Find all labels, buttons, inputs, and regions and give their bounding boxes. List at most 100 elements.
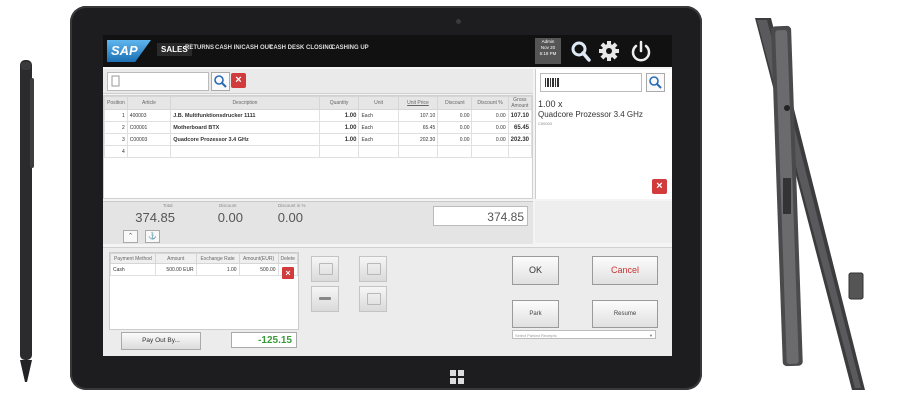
cell-gross-amount: 65.45	[507, 121, 533, 134]
col-header: Amount(EUR)	[238, 253, 279, 264]
col-header: Position	[104, 96, 128, 110]
totals-right-area	[535, 201, 672, 243]
parked-receipts-select[interactable]: Select Parked Receipts ▼	[512, 330, 656, 339]
chevron-down-icon: ▼	[649, 333, 653, 338]
cell-gross-amount	[507, 145, 533, 158]
stylus-pen	[20, 60, 34, 382]
cell-quantity[interactable]: 1.00	[318, 133, 360, 146]
cell-discount	[437, 145, 473, 158]
voucher-payment-button[interactable]	[359, 286, 387, 312]
user-time: 6:18 PM	[539, 51, 557, 56]
article-search-row: ×	[103, 69, 533, 94]
cell-rate: 1.00	[195, 263, 240, 276]
resume-button[interactable]: Resume	[592, 300, 658, 328]
cell-quantity[interactable]: 1.00	[318, 109, 360, 122]
table-row[interactable]: 3 C00003 Quadcore Prozessor 3.4 GHz 1.00…	[104, 133, 533, 146]
close-icon[interactable]: ×	[231, 73, 246, 88]
discount-label: Discount	[219, 203, 237, 208]
col-header: Discount %	[471, 96, 509, 110]
cell-pos: 3	[104, 133, 128, 146]
items-table: Position Article Description Quantity Un…	[103, 95, 533, 199]
col-header: Amount	[154, 253, 197, 264]
cell-unit: Each	[358, 133, 399, 146]
cell-pos: 2	[104, 121, 128, 134]
anchor-icon[interactable]: ⚓	[145, 230, 160, 243]
cell-discount-pct: 0.00	[471, 121, 509, 134]
payment-area: Payment Method Amount Exchange Rate Amou…	[103, 247, 672, 356]
cash-payment-button[interactable]	[311, 256, 339, 282]
windows-icon[interactable]	[450, 370, 464, 384]
items-grid: Position Article Description Quantity Un…	[104, 96, 533, 158]
ok-button[interactable]: OK	[512, 256, 559, 285]
cancel-button[interactable]: Cancel	[592, 256, 658, 285]
delete-item-icon[interactable]: ×	[652, 179, 667, 194]
park-button[interactable]: Park	[512, 300, 559, 328]
chevron-up-icon[interactable]: ⌃	[123, 230, 138, 243]
change-amount: -125.15	[231, 332, 297, 348]
table-row[interactable]: Cash 500.00 EUR 1.00 500.00	[110, 263, 299, 276]
col-header: Payment Method	[110, 253, 156, 264]
cell-article: C00001	[126, 121, 172, 134]
cell-unit: Each	[358, 109, 399, 122]
detail-item-name: Quadcore Prozessor 3.4 GHz	[538, 110, 643, 119]
cell-unit-price: 202.30	[397, 133, 439, 146]
totals-bar: Total 374.85 Discount 0.00 Discount in %…	[103, 201, 533, 244]
table-row[interactable]: 1 400003 J.B. Multifunktionsdrucker 1111…	[104, 109, 533, 122]
item-detail-panel: 1.00 x Quadcore Prozessor 3.4 GHz C00003…	[535, 69, 672, 199]
col-header[interactable]: Unit Price	[397, 96, 439, 110]
search-icon[interactable]	[211, 72, 230, 91]
discount-value[interactable]: 0.00	[193, 210, 243, 225]
search-icon[interactable]	[646, 73, 665, 92]
barcode-input[interactable]	[540, 73, 642, 92]
col-header: Quantity	[318, 96, 360, 110]
other-payment-button[interactable]	[311, 286, 339, 312]
delete-payment-icon[interactable]: ×	[282, 267, 294, 279]
cell-pos: 4	[104, 145, 128, 158]
cell-article: 400003	[126, 109, 172, 122]
cell-quantity[interactable]: 1.00	[318, 121, 360, 134]
article-input[interactable]	[107, 72, 209, 91]
tab-cash-in-out[interactable]: CASH IN/CASH OUT	[215, 45, 273, 51]
power-icon[interactable]	[629, 38, 653, 64]
tab-cashing-up[interactable]: CASHING UP	[331, 45, 369, 51]
cell-article[interactable]	[126, 145, 172, 158]
top-navigation-bar: SAP SALES RETURNS CASH IN/CASH OUT CASH …	[103, 35, 672, 67]
cell-unit-price: 107.10	[397, 109, 439, 122]
cell-discount-pct: 0.00	[471, 109, 509, 122]
card-payment-button[interactable]	[359, 256, 387, 282]
cell-description: Motherboard BTX	[170, 121, 320, 134]
col-header: Discount	[437, 96, 473, 110]
search-icon[interactable]	[569, 38, 593, 64]
cell-discount-pct: 0.00	[471, 133, 509, 146]
parked-receipts-placeholder: Select Parked Receipts	[515, 333, 557, 338]
tab-cash-desk-closing[interactable]: CASH DESK CLOSING	[269, 45, 333, 51]
table-row[interactable]: 4	[104, 145, 533, 158]
total-value: 374.85	[135, 210, 175, 225]
gear-icon[interactable]	[597, 38, 621, 64]
cell-discount-pct	[471, 145, 509, 158]
cell-amount: 500.00 EUR	[154, 263, 197, 276]
col-header: Gross Amount	[507, 96, 533, 110]
col-header: Exchange Rate	[195, 253, 240, 264]
tablet-side-view	[755, 18, 865, 390]
pay-out-by-button[interactable]: Pay Out By...	[121, 332, 201, 350]
sap-logo: SAP	[107, 40, 151, 62]
cell-amount-eur: 500.00	[238, 263, 279, 276]
cell-discount: 0.00	[437, 133, 473, 146]
cell-gross-amount: 202.30	[507, 133, 533, 146]
barcode-icon	[545, 78, 559, 87]
document-icon	[111, 75, 120, 87]
user-info[interactable]: Admin Nov 20 6:18 PM	[535, 38, 561, 64]
detail-item-code: C00003	[538, 121, 553, 126]
col-header: Unit	[358, 96, 399, 110]
cell-description: J.B. Multifunktionsdrucker 1111	[170, 109, 320, 122]
col-header: Delete	[277, 253, 299, 264]
payments-table: Payment Method Amount Exchange Rate Amou…	[109, 252, 299, 330]
table-row[interactable]: 2 C00001 Motherboard BTX 1.00 Each 65.45…	[104, 121, 533, 134]
cell-discount: 0.00	[437, 121, 473, 134]
discount-pct-value[interactable]: 0.00	[253, 210, 303, 225]
gross-total-box: 374.85	[433, 206, 528, 226]
cell-unit-price: 65.45	[397, 121, 439, 134]
col-header: Description	[170, 96, 320, 110]
tab-returns[interactable]: RETURNS	[185, 45, 214, 51]
